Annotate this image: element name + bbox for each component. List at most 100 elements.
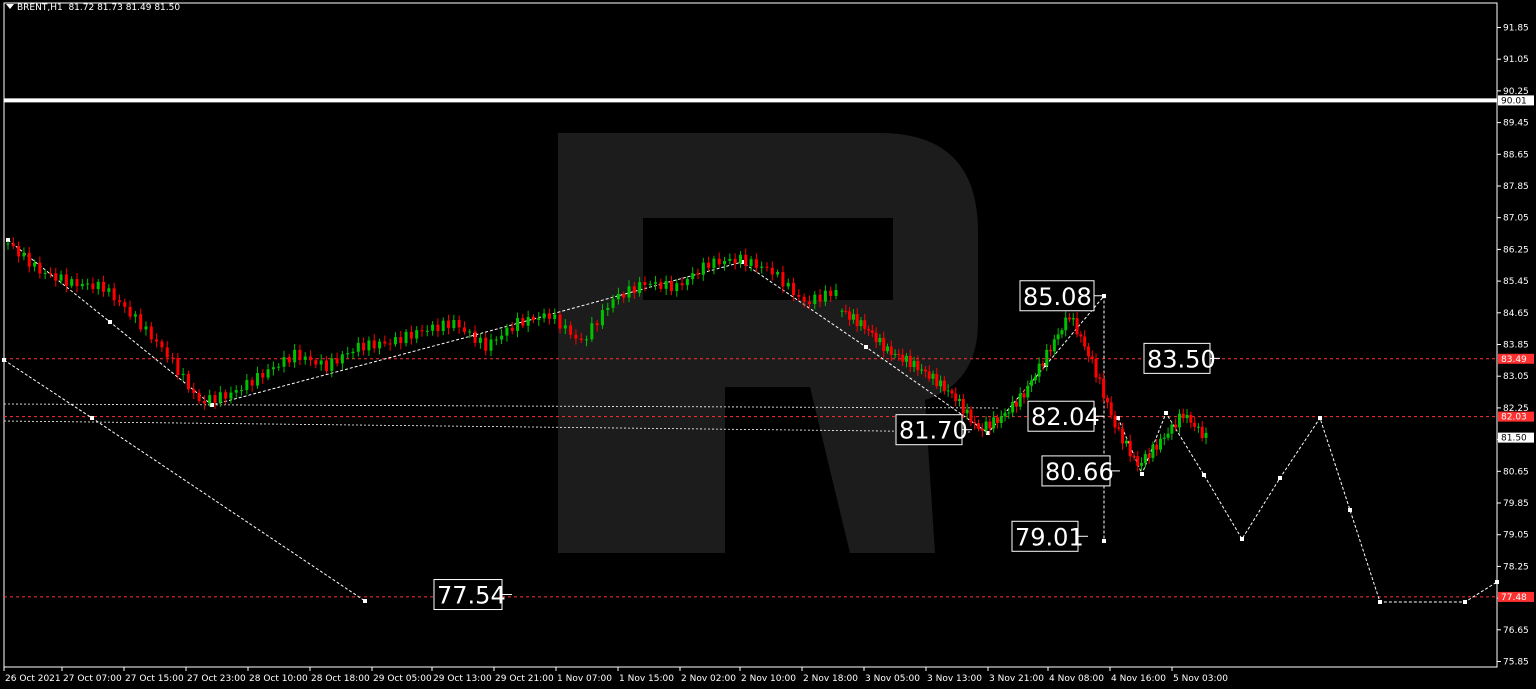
candle-body [27, 252, 31, 267]
candle-body [1011, 401, 1015, 413]
x-tick-label: 27 Oct 23:00 [187, 674, 246, 684]
candle-body [611, 299, 615, 308]
y-tick-label: 78.25 [1503, 562, 1529, 572]
candle-body [1052, 339, 1056, 352]
candle-body [271, 367, 275, 370]
candle-body [942, 380, 946, 391]
candle-body [627, 286, 631, 298]
candle-body [840, 310, 844, 312]
candle-body [717, 258, 721, 265]
level-price-label: 82.03 [1501, 413, 1527, 423]
candle-body [691, 273, 695, 280]
candle-body [954, 393, 958, 401]
candle-body [314, 360, 318, 365]
candle-body [250, 380, 254, 386]
candle-body [33, 262, 37, 267]
candle-body [950, 390, 954, 394]
candle-body [298, 349, 302, 360]
candle-body [1049, 349, 1053, 352]
candle-body [123, 302, 127, 307]
candle-body [75, 279, 79, 287]
candle-body [91, 283, 95, 290]
candle-body [133, 314, 137, 317]
price-chart: 91.85 91.05 90.25 89.45 88.65 87.85 87.05 86.25… [2, 2, 1534, 684]
y-tick-label: 83.05 [1503, 372, 1529, 382]
candle-body [1151, 444, 1155, 458]
candle-body [797, 295, 801, 297]
y-tick-label: 88.65 [1503, 150, 1529, 160]
x-tick-label: 1 Nov 07:00 [557, 674, 612, 684]
level-price-label: 83.49 [1501, 355, 1527, 365]
x-tick-label: 28 Oct 18:00 [311, 674, 370, 684]
forecast-point [1140, 472, 1144, 476]
candle-body [927, 371, 931, 379]
candle-body [282, 357, 286, 367]
candle-body [760, 266, 764, 268]
candle-body [1109, 402, 1113, 416]
candle-body [776, 272, 780, 275]
candle-body [484, 337, 488, 351]
candle-body [468, 331, 472, 333]
price-annotation-label: 82.04 [1031, 403, 1100, 431]
candle-body [813, 294, 817, 305]
candle-body [920, 369, 924, 371]
y-tick-label: 80.65 [1503, 467, 1529, 477]
candle-body [441, 320, 445, 332]
candle-body [1045, 349, 1049, 366]
candle-body [802, 296, 806, 302]
candle-body [569, 325, 573, 335]
candle-body [192, 389, 196, 393]
candle-body [992, 417, 996, 429]
candle-body [383, 341, 387, 344]
candle-body [675, 283, 679, 292]
candle-body [754, 259, 758, 268]
candle-body [563, 325, 567, 329]
candle-body [224, 392, 228, 399]
candle-body [11, 243, 15, 247]
candle-body [1079, 334, 1083, 337]
candle-body [988, 421, 992, 429]
candle-body [664, 281, 668, 289]
candle-body [452, 320, 456, 329]
candle-body [1030, 380, 1034, 386]
candle-body [86, 283, 90, 285]
candle-body [770, 267, 774, 275]
candle-body [346, 353, 350, 355]
y-tick-label: 76.65 [1503, 626, 1529, 636]
forecast-point [1348, 508, 1352, 512]
candle-body [728, 258, 732, 261]
candle-body [855, 314, 859, 327]
candle-body [1147, 454, 1151, 458]
y-tick-label: 79.05 [1503, 531, 1529, 541]
candle-body [372, 340, 376, 349]
candle-body [707, 262, 711, 268]
candle-body [980, 428, 984, 431]
price-annotation-label: 85.08 [1023, 283, 1092, 311]
candle-body [878, 337, 882, 343]
x-tick-label: 29 Oct 05:00 [373, 674, 432, 684]
x-tick-label: 27 Oct 15:00 [125, 674, 184, 684]
candle-body [176, 358, 180, 376]
candle-body [404, 331, 408, 344]
y-tick-label: 86.25 [1503, 245, 1529, 255]
candle-body [245, 380, 249, 391]
collapse-triangle-icon[interactable] [6, 4, 14, 9]
candle-body [851, 314, 855, 320]
candle-body [923, 369, 927, 372]
candle-body [17, 246, 21, 257]
forecast-point [363, 599, 367, 603]
candle-body [1105, 397, 1109, 403]
candle-body [393, 337, 397, 345]
candle-body [870, 330, 874, 333]
candle-body [999, 416, 1003, 424]
candle-body [516, 317, 520, 331]
candle-body [80, 283, 84, 287]
candle-body [266, 369, 270, 378]
candle-body [1196, 426, 1200, 428]
forecast-point [90, 416, 94, 420]
price-annotation-label: 83.50 [1147, 345, 1216, 373]
candle-body [1189, 414, 1193, 423]
candle-body [685, 279, 689, 286]
x-tick-label: 5 Nov 03:00 [1173, 674, 1228, 684]
price-annotation-label: 81.70 [899, 417, 968, 445]
